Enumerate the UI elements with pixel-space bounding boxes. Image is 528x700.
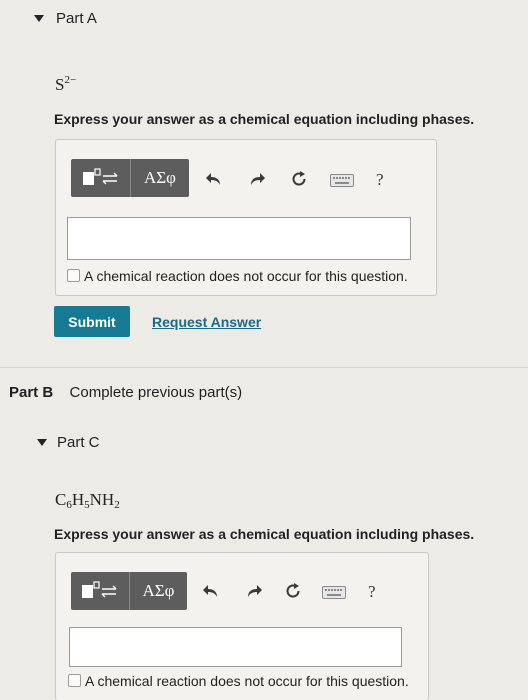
part-a-toolbar: ΑΣφ	[71, 159, 189, 197]
redo-icon	[251, 173, 265, 185]
keyboard-button[interactable]	[329, 172, 355, 188]
formula-carbon: C	[55, 490, 67, 509]
greek-symbols-button[interactable]: ΑΣφ	[130, 572, 187, 610]
reset-icon	[286, 583, 300, 598]
part-a-no-reaction-checkbox[interactable]	[67, 269, 80, 282]
redo-button[interactable]	[246, 168, 268, 190]
part-c-answer-input[interactable]	[69, 627, 402, 667]
templates-button[interactable]	[71, 159, 130, 197]
part-b-status: Complete previous part(s)	[69, 384, 243, 401]
part-b-title: Part B	[9, 384, 54, 401]
redo-icon	[248, 585, 262, 597]
help-button[interactable]: ?	[368, 582, 376, 602]
reset-icon	[292, 171, 306, 186]
part-c-formula: C6H5NH2	[55, 490, 120, 511]
request-answer-link[interactable]: Request Answer	[152, 314, 261, 330]
templates-icon	[82, 581, 117, 598]
part-c-collapse-caret[interactable]	[37, 439, 47, 446]
formula-hydrogen: H	[71, 490, 85, 509]
keyboard-icon	[330, 173, 354, 187]
submit-button[interactable]: Submit	[54, 306, 130, 337]
part-c-toolbar: ΑΣφ	[71, 572, 187, 610]
undo-icon	[203, 585, 217, 597]
templates-button[interactable]	[71, 572, 129, 610]
part-c-title[interactable]: Part C	[57, 434, 100, 451]
redo-button[interactable]	[243, 580, 265, 602]
undo-icon	[206, 173, 220, 185]
reset-button[interactable]	[282, 580, 304, 602]
greek-symbols-button[interactable]: ΑΣφ	[131, 159, 189, 197]
part-a-title[interactable]: Part A	[56, 10, 97, 27]
part-b-row: Part B Complete previous part(s)	[9, 384, 242, 401]
keyboard-icon	[322, 585, 346, 599]
templates-icon	[82, 168, 118, 185]
formula-charge: 2−	[64, 74, 77, 86]
formula-amine-count: 2	[114, 499, 120, 511]
help-button[interactable]: ?	[376, 170, 384, 190]
part-a-formula: S2−	[55, 74, 76, 95]
undo-button[interactable]	[203, 168, 225, 190]
reset-button[interactable]	[288, 168, 310, 190]
part-c-no-reaction-checkbox[interactable]	[68, 674, 81, 687]
part-a-no-reaction-label[interactable]: A chemical reaction does not occur for t…	[84, 268, 408, 284]
section-divider	[0, 367, 528, 368]
keyboard-button[interactable]	[321, 584, 347, 600]
part-a-answer-input[interactable]	[67, 217, 411, 260]
part-a-prompt: Express your answer as a chemical equati…	[54, 111, 475, 127]
part-a-collapse-caret[interactable]	[34, 15, 44, 22]
part-c-no-reaction-label[interactable]: A chemical reaction does not occur for t…	[85, 673, 409, 689]
undo-button[interactable]	[200, 580, 222, 602]
part-c-prompt: Express your answer as a chemical equati…	[54, 526, 475, 542]
formula-amine: NH	[89, 490, 115, 509]
